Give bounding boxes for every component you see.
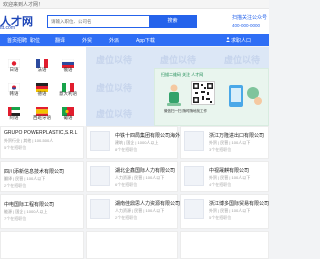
germany-flag-icon[interactable] [36, 79, 48, 92]
company-card[interactable] [180, 231, 269, 259]
search-button[interactable]: 搜索 [149, 16, 196, 27]
company-logo [90, 131, 110, 151]
arabic-flag-icon[interactable] [8, 103, 20, 116]
company-name: 浙江万隆进出口有限公司 [209, 133, 265, 139]
company-info: 外贸 | 民营 | 100人以下 [209, 175, 251, 180]
language-label[interactable]: 德语 [32, 91, 52, 97]
company-jobs: 2个在招职位 [115, 215, 138, 220]
language-label[interactable]: 西班牙语 [32, 115, 52, 121]
jobseeker-entry[interactable]: 求职人口 [231, 37, 251, 44]
nav-item-home[interactable]: 首页招聘 [7, 37, 27, 44]
company-card[interactable]: 四川添新信息技术有限公司 翻译 | 民营 | 100人以下 2个在招职位 [0, 161, 84, 192]
language-label[interactable]: 日语 [4, 67, 24, 73]
france-flag-icon[interactable] [36, 55, 48, 68]
search-box: 搜索 [47, 15, 197, 28]
site-logo[interactable]: 人才网 ttt.com [0, 11, 46, 33]
company-card[interactable]: 浙江博多国际贸易有限公司 外贸 | 民营 | 100人以下 5个在招职位 [180, 194, 269, 229]
promo-caption: 微信扫一扫 随时随地找工作 [164, 109, 207, 113]
russia-flag-icon[interactable] [61, 55, 75, 68]
ad-banner[interactable]: 虚位以待 虚位以待 虚位以待 虚位以待 虚位以待 扫描二维码 关注 人才网 微信… [86, 47, 269, 126]
person-illustration-icon [167, 84, 181, 106]
banner-placeholder-text: 虚位以待 [224, 55, 261, 65]
company-logo [184, 199, 204, 219]
company-jobs: 8个在招职位 [115, 147, 138, 152]
company-card[interactable]: 中铁十四局集团有限公司海外工程... 建筑 | 国企 | 1000人以上 8个在… [86, 126, 194, 159]
logo-sub-text: ttt.com [0, 25, 16, 31]
header: 人才网 ttt.com 搜索 扫描关注公众号 400-000-0000 [0, 9, 269, 34]
banner-placeholder-text: 虚位以待 [96, 55, 133, 65]
company-jobs: 5个在招职位 [4, 145, 27, 150]
hotline: 扫描关注公众号 400-000-0000 [232, 14, 269, 28]
welcome-text: 欢迎来到人才网！ [3, 2, 44, 8]
company-jobs: 5个在招职位 [209, 215, 232, 220]
company-name: GRUPO POWERPLASTIC,S.R.L [4, 130, 78, 136]
hotline-number: 400-000-0000 [232, 23, 261, 28]
company-card[interactable]: 中视晟麒有限公司 外贸 | 民营 | 100人以下 4个在招职位 [180, 161, 269, 192]
nav-item-translation[interactable]: 翻译 [55, 37, 65, 44]
qr-promo[interactable]: 扫描二维码 关注 人才网 微信扫一扫 随时随地找工作 [154, 68, 269, 126]
qr-code-icon [191, 81, 215, 105]
company-name: 湖北企鑫国际人力有限公司 [115, 168, 176, 174]
language-label[interactable]: 阿语 [4, 115, 24, 121]
top-bar: 欢迎来到人才网！ [0, 0, 269, 9]
language-label[interactable]: 法语 [32, 67, 52, 73]
nav-item-jobs[interactable]: 职位 [30, 37, 40, 44]
company-info: 外贸 | 民营 | 100人以下 [209, 208, 251, 213]
company-name: 湖南佳鼎思人力资源有限公司 [115, 201, 181, 207]
search-input[interactable] [48, 16, 149, 27]
company-logo [184, 166, 204, 186]
portugal-flag-icon[interactable] [62, 103, 74, 116]
banner-placeholder-text: 虚位以待 [96, 109, 133, 119]
company-jobs: 3个在招职位 [209, 147, 232, 152]
company-jobs: 6个在招职位 [115, 182, 138, 187]
korea-flag-icon[interactable] [7, 79, 21, 93]
company-card[interactable] [86, 231, 178, 259]
promo-heading: 扫描二维码 关注 人才网 [161, 72, 204, 77]
japan-flag-icon[interactable] [7, 55, 21, 69]
language-panel: 日语 法语 俄语 韩语 德语 意大利语 阿语 西班牙语 葡语 [0, 47, 86, 126]
company-info: 建筑 | 国企 | 1000人以上 [115, 140, 159, 145]
language-label[interactable]: 意大利语 [58, 91, 78, 97]
company-logo [90, 199, 110, 219]
company-info: 能源 | 国企 | 1000人以上 [4, 209, 48, 214]
user-icon [226, 37, 230, 42]
company-jobs: 4个在招职位 [209, 182, 232, 187]
company-card[interactable]: 湖南佳鼎思人力资源有限公司 人力资源 | 民营 | 100人以下 2个在招职位 [86, 194, 181, 229]
company-name: 中视晟麒有限公司 [209, 168, 250, 174]
language-label[interactable]: 俄语 [58, 67, 78, 73]
spain-flag-icon[interactable] [36, 103, 48, 116]
company-info: 人力资源 | 民营 | 100人以下 [115, 208, 165, 213]
nav-item-app[interactable]: App下载 [136, 37, 155, 44]
language-label[interactable]: 葡语 [58, 115, 78, 121]
company-card[interactable] [0, 231, 84, 259]
main-nav: 首页招聘 职位 翻译 外贸 外派 App下载 求职人口 [0, 34, 269, 46]
company-name: 中电国际工程有限公司 [4, 202, 55, 208]
company-info: 外贸 | 民营 | 100人以下 [209, 140, 251, 145]
company-jobs: 2个在招职位 [4, 183, 27, 188]
company-name: 四川添新信息技术有限公司 [4, 169, 65, 175]
company-name: 浙江博多国际贸易有限公司 [209, 201, 270, 207]
company-logo [184, 131, 204, 151]
company-info: 人力资源 | 民营 | 100人以下 [115, 175, 165, 180]
company-card[interactable]: 湖北企鑫国际人力有限公司 人力资源 | 民营 | 100人以下 6个在招职位 [86, 161, 178, 192]
company-info: 外贸行业 | 其他 | 100-500人 [4, 138, 54, 143]
nav-item-overseas[interactable]: 外派 [109, 37, 119, 44]
company-card[interactable]: 浙江万隆进出口有限公司 外贸 | 民营 | 100人以下 3个在招职位 [180, 126, 269, 159]
hotline-label: 扫描关注公众号 [232, 15, 268, 21]
language-label[interactable]: 韩语 [4, 91, 24, 97]
banner-placeholder-text: 虚位以待 [96, 83, 133, 93]
banner-placeholder-text: 虚位以待 [160, 55, 197, 65]
italy-flag-icon[interactable] [62, 79, 74, 92]
phone-illustration-icon [229, 85, 262, 107]
company-logo [90, 166, 110, 186]
company-card[interactable]: 中电国际工程有限公司 能源 | 国企 | 1000人以上 7个在招职位 [0, 194, 84, 229]
company-card[interactable]: GRUPO POWERPLASTIC,S.R.L 外贸行业 | 其他 | 100… [0, 126, 84, 159]
company-jobs: 7个在招职位 [4, 216, 27, 221]
company-info: 翻译 | 民营 | 100人以下 [4, 176, 46, 181]
nav-item-trade[interactable]: 外贸 [82, 37, 92, 44]
